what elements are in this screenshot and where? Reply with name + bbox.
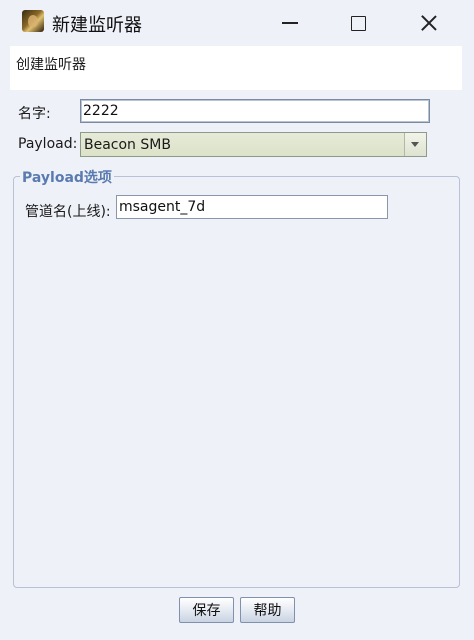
pipe-name-label: 管道名(上线): bbox=[25, 204, 111, 220]
title-bar: 新建监听器 bbox=[0, 0, 474, 46]
payload-dropdown-button[interactable] bbox=[404, 133, 426, 156]
close-button[interactable] bbox=[394, 0, 464, 46]
save-button[interactable]: 保存 bbox=[179, 597, 234, 623]
payload-options-group bbox=[13, 176, 460, 588]
chevron-down-icon bbox=[411, 142, 419, 147]
payload-label: Payload: bbox=[18, 136, 78, 152]
close-icon bbox=[421, 15, 437, 31]
header-text: 创建监听器 bbox=[16, 57, 86, 73]
payload-options-legend: Payload选项 bbox=[20, 167, 114, 187]
name-label: 名字: bbox=[18, 106, 51, 122]
payload-selected-value: Beacon SMB bbox=[84, 137, 171, 153]
name-input[interactable] bbox=[80, 99, 430, 123]
minimize-button[interactable] bbox=[255, 0, 325, 46]
maximize-button[interactable] bbox=[323, 0, 393, 46]
pipe-name-input[interactable] bbox=[116, 195, 388, 219]
window-title: 新建监听器 bbox=[52, 15, 142, 36]
help-button[interactable]: 帮助 bbox=[240, 597, 295, 623]
app-avatar-icon bbox=[22, 10, 44, 32]
maximize-icon bbox=[350, 15, 366, 31]
header-panel: 创建监听器 bbox=[10, 46, 462, 90]
minimize-icon bbox=[282, 22, 298, 24]
payload-select[interactable]: Beacon SMB bbox=[80, 132, 427, 157]
